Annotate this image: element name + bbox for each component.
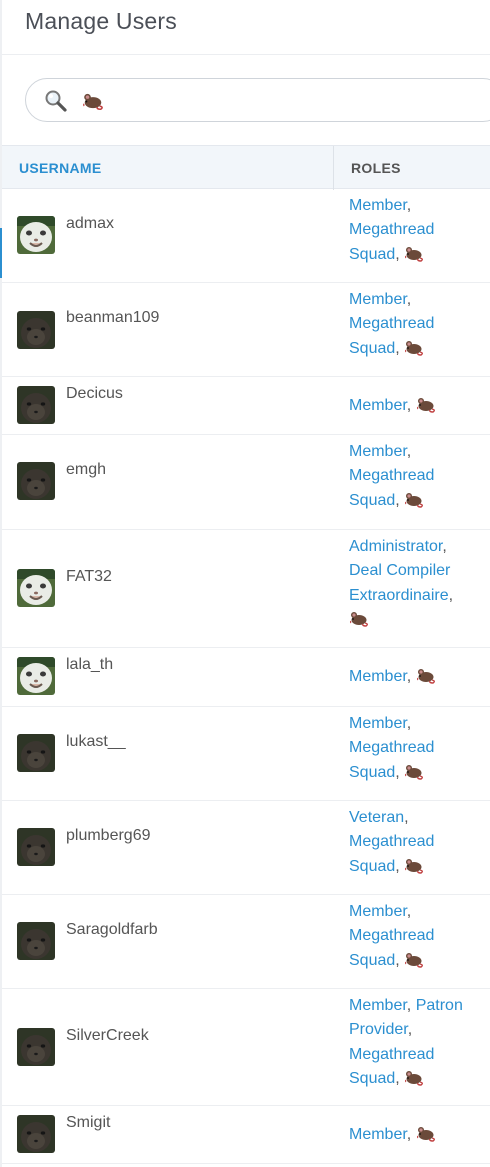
rat-emoji-icon xyxy=(82,91,104,111)
rat-emoji-icon xyxy=(404,339,424,356)
rat-emoji-icon xyxy=(404,245,424,262)
column-header-roles[interactable]: ROLES xyxy=(351,160,401,176)
username-link[interactable]: Saragoldfarb xyxy=(66,921,158,939)
page-title: Manage Users xyxy=(25,8,177,34)
table-row[interactable]: emgh Member, Megathread Squad, xyxy=(2,435,490,530)
avatar[interactable] xyxy=(17,734,55,772)
avatar[interactable] xyxy=(17,1115,55,1153)
table-row[interactable]: SilverCreek Member, Patron Provider, Megat… xyxy=(2,989,490,1106)
avatar[interactable] xyxy=(17,216,55,254)
role-link[interactable]: Squad xyxy=(349,340,395,357)
avatar[interactable] xyxy=(17,311,55,349)
role-link[interactable]: Member xyxy=(349,443,407,460)
role-link[interactable]: Member xyxy=(349,997,407,1014)
table-row[interactable]: admax Member, Megathread Squad, xyxy=(2,189,490,283)
roles-cell: Member, Megathread Squad, xyxy=(349,443,435,509)
rat-emoji-icon xyxy=(349,610,369,627)
avatar[interactable] xyxy=(17,569,55,607)
avatar[interactable] xyxy=(17,828,55,866)
roles-cell: Member, xyxy=(349,394,489,418)
role-link[interactable]: Megathread xyxy=(349,1046,434,1063)
roles-cell: Administrator, Deal Compiler Extraordinair… xyxy=(349,535,489,633)
roles-cell: Member, xyxy=(349,665,489,689)
roles-cell: Member, xyxy=(349,1123,489,1147)
role-link[interactable]: Member xyxy=(349,397,407,414)
rat-emoji-icon xyxy=(416,1125,436,1142)
role-link[interactable]: Squad xyxy=(349,492,395,509)
page-header: Manage Users xyxy=(2,0,490,55)
username-link[interactable]: Decicus xyxy=(66,385,123,403)
role-link[interactable]: Megathread xyxy=(349,927,434,944)
table-row[interactable]: Decicus Member, xyxy=(2,377,490,435)
table-row[interactable]: lala_th Member, xyxy=(2,648,490,707)
role-link[interactable]: Squad xyxy=(349,952,395,969)
rat-emoji-icon xyxy=(404,857,424,874)
rat-emoji-icon xyxy=(404,491,424,508)
table-row[interactable]: lukast__ Member, Megathread Squad, xyxy=(2,707,490,801)
table-row[interactable]: beanman109 Member, Megathread Squad, xyxy=(2,283,490,377)
role-link[interactable]: Squad xyxy=(349,1070,395,1087)
roles-cell: Veteran, Megathread Squad, xyxy=(349,809,435,875)
username-link[interactable]: lala_th xyxy=(66,656,113,674)
roles-cell: Member, Megathread Squad, xyxy=(349,903,435,969)
username-link[interactable]: lukast__ xyxy=(66,733,126,751)
username-link[interactable]: plumberg69 xyxy=(66,827,151,845)
rat-emoji-icon xyxy=(416,396,436,413)
rat-emoji-icon xyxy=(416,667,436,684)
role-link[interactable]: Deal Compiler xyxy=(349,562,450,579)
role-link[interactable]: Squad xyxy=(349,764,395,781)
avatar[interactable] xyxy=(17,386,55,424)
role-link[interactable]: Administrator xyxy=(349,538,442,555)
role-link[interactable]: Squad xyxy=(349,858,395,875)
rat-emoji-icon xyxy=(404,1069,424,1086)
role-link[interactable]: Megathread xyxy=(349,739,434,756)
roles-cell: Member, Patron Provider, Megathread Squad, xyxy=(349,997,463,1088)
column-header-username[interactable]: USERNAME xyxy=(19,160,102,176)
role-link[interactable]: Veteran xyxy=(349,809,404,826)
role-link[interactable]: Member xyxy=(349,1126,407,1143)
rat-emoji-icon xyxy=(404,763,424,780)
avatar[interactable] xyxy=(17,922,55,960)
table-row[interactable]: Saragoldfarb Member, Megathread Squad, xyxy=(2,895,490,989)
role-link[interactable]: Member xyxy=(349,668,407,685)
role-link[interactable]: Megathread xyxy=(349,221,434,238)
search-icon[interactable] xyxy=(44,89,68,113)
role-link[interactable]: Megathread xyxy=(349,467,434,484)
role-link[interactable]: Member xyxy=(349,291,407,308)
avatar[interactable] xyxy=(17,462,55,500)
role-link[interactable]: Member xyxy=(349,903,407,920)
rat-emoji-icon xyxy=(404,951,424,968)
role-link[interactable]: Squad xyxy=(349,246,395,263)
table-header: USERNAME ROLES xyxy=(2,145,490,190)
username-link[interactable]: Smigit xyxy=(66,1114,110,1132)
role-link[interactable]: Extraordinaire xyxy=(349,587,449,604)
search-input[interactable] xyxy=(25,78,490,122)
username-link[interactable]: beanman109 xyxy=(66,309,159,327)
avatar[interactable] xyxy=(17,657,55,695)
column-divider xyxy=(333,146,334,190)
roles-cell: Member, Megathread Squad, xyxy=(349,715,435,781)
username-link[interactable]: emgh xyxy=(66,461,106,479)
role-link[interactable]: Member xyxy=(349,715,407,732)
roles-cell: Member, Megathread Squad, xyxy=(349,291,435,357)
roles-cell: Member, Megathread Squad, xyxy=(349,197,435,263)
role-link[interactable]: Megathread xyxy=(349,315,434,332)
role-link[interactable]: Member xyxy=(349,197,407,214)
table-row[interactable]: Smigit Member, xyxy=(2,1106,490,1164)
avatar[interactable] xyxy=(17,1028,55,1066)
username-link[interactable]: admax xyxy=(66,215,114,233)
role-link[interactable]: Megathread xyxy=(349,833,434,850)
table-row[interactable]: plumberg69 Veteran, Megathread Squad, xyxy=(2,801,490,895)
username-link[interactable]: SilverCreek xyxy=(66,1027,149,1045)
username-link[interactable]: FAT32 xyxy=(66,568,112,586)
table-row[interactable]: FAT32 Administrator, Deal Compiler Extraord… xyxy=(2,530,490,648)
